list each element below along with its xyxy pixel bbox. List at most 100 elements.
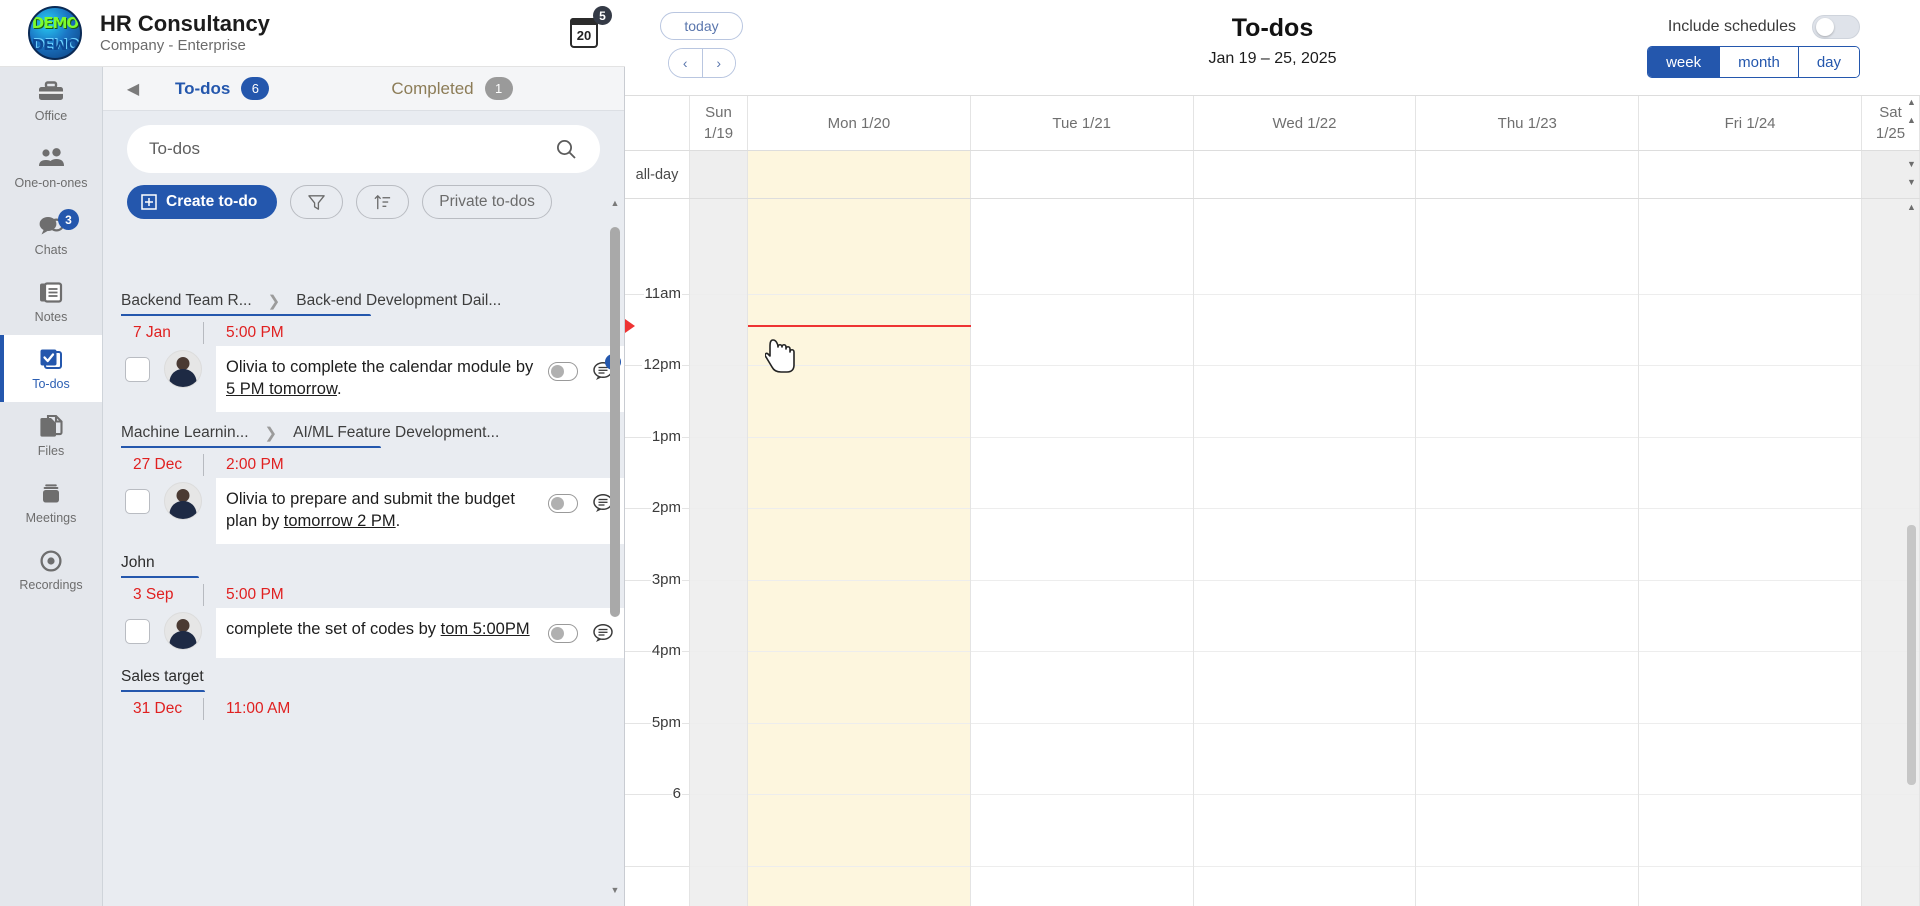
todo-text-link[interactable]: 5 PM tomorrow (226, 380, 337, 398)
sidebar-item-recordings[interactable]: Recordings (0, 536, 102, 603)
time-cell[interactable] (970, 509, 1193, 581)
sidebar-item-to-dos[interactable]: To-dos (0, 335, 102, 402)
time-cell[interactable] (1416, 366, 1639, 438)
breadcrumb-segment[interactable]: Back-end Development Dail... (296, 292, 501, 310)
all-day-cell-fri[interactable] (1639, 151, 1862, 198)
all-day-cell-tue[interactable] (971, 151, 1194, 198)
calendar-scrollbar-thumb[interactable] (1907, 525, 1916, 785)
all-day-cell-wed[interactable] (1194, 151, 1417, 198)
search-icon[interactable] (554, 137, 578, 161)
breadcrumb-segment[interactable]: John (121, 554, 155, 572)
time-cell[interactable] (1639, 366, 1861, 438)
day-column-fri[interactable] (1639, 199, 1862, 906)
time-cell[interactable] (1193, 295, 1416, 366)
time-cell[interactable] (690, 509, 747, 581)
filter-button[interactable] (290, 185, 344, 219)
calendar-scroll-up-arrow-2[interactable]: ▲ (1905, 113, 1918, 127)
calendar-scroll-down-arrow-2[interactable]: ▼ (1905, 157, 1918, 171)
time-cell[interactable] (690, 223, 747, 295)
time-cell[interactable] (1639, 223, 1861, 295)
day-header-fri[interactable]: Fri 1/24 (1639, 96, 1862, 150)
todo-toggle[interactable] (548, 493, 578, 513)
calendar-scroll-up-arrow[interactable]: ▲ (1905, 95, 1918, 109)
time-cell[interactable] (748, 724, 970, 795)
breadcrumb[interactable]: Backend Team R... ❯ Back-end Development D… (121, 292, 501, 316)
tab-todos[interactable]: To-dos 6 (153, 67, 291, 111)
panel-back-arrow[interactable]: ◀ (113, 79, 153, 99)
time-cell[interactable] (1416, 438, 1639, 509)
day-column-sun[interactable] (690, 199, 748, 906)
breadcrumb[interactable]: Machine Learnin... ❯ AI/ML Feature Develop… (121, 424, 499, 449)
breadcrumb-segment[interactable]: AI/ML Feature Development... (293, 424, 499, 442)
day-header-sun[interactable]: Sun 1/19 (690, 96, 748, 150)
sidebar-item-office[interactable]: Office (0, 67, 102, 134)
sidebar-item-one-on-ones[interactable]: One-on-ones (0, 134, 102, 201)
day-column-wed[interactable] (1193, 199, 1417, 906)
view-week-button[interactable]: week (1648, 47, 1720, 77)
day-column-thu[interactable] (1416, 199, 1640, 906)
time-cell[interactable] (970, 295, 1193, 366)
time-cell[interactable] (748, 366, 970, 438)
calendar-scroll-up-arrow-3[interactable]: ▲ (1905, 200, 1918, 214)
time-cell[interactable] (1193, 724, 1416, 795)
day-column-mon[interactable] (748, 199, 971, 906)
time-cell[interactable] (970, 366, 1193, 438)
sidebar-item-chats[interactable]: Chats 3 (0, 201, 102, 268)
sidebar-item-files[interactable]: Files (0, 402, 102, 469)
todo-item[interactable]: Olivia to complete the calendar module b… (103, 346, 624, 413)
time-cell[interactable] (748, 581, 970, 652)
sidebar-item-notes[interactable]: Notes (0, 268, 102, 335)
todo-item[interactable]: Olivia to prepare and submit the budget … (103, 478, 624, 545)
time-cell[interactable] (748, 509, 970, 581)
view-month-button[interactable]: month (1719, 47, 1798, 77)
time-cell[interactable] (1639, 652, 1861, 724)
time-cell[interactable] (1193, 438, 1416, 509)
todo-group-header[interactable]: Sales target (103, 658, 624, 693)
view-day-button[interactable]: day (1797, 47, 1859, 77)
todo-bubble[interactable]: complete the set of codes by tom 5:00PM (216, 608, 624, 659)
todo-group-header[interactable]: Machine Learnin... ❯ AI/ML Feature Develop… (103, 412, 624, 449)
breadcrumb-segment[interactable]: Backend Team R... (121, 292, 252, 310)
time-cell[interactable] (1193, 652, 1416, 724)
time-cell[interactable] (748, 438, 970, 509)
time-cell[interactable] (1416, 581, 1639, 652)
todo-bubble[interactable]: Olivia to prepare and submit the budget … (216, 478, 624, 545)
panel-scrollbar[interactable]: ▲ ▼ (610, 197, 620, 896)
breadcrumb-segment[interactable]: Machine Learnin... (121, 424, 249, 442)
time-cell[interactable] (690, 295, 747, 366)
time-cell[interactable] (1639, 795, 1861, 867)
time-cell[interactable] (1193, 509, 1416, 581)
sidebar-item-meetings[interactable]: Meetings (0, 469, 102, 536)
panel-scroll-down-arrow[interactable]: ▼ (610, 884, 620, 896)
time-cell[interactable] (690, 438, 747, 509)
panel-scrollbar-thumb[interactable] (610, 227, 620, 617)
breadcrumb[interactable]: Sales target (121, 668, 624, 693)
todo-item[interactable]: complete the set of codes by tom 5:00PM (103, 608, 624, 659)
time-cell[interactable] (1416, 295, 1639, 366)
all-day-cell-thu[interactable] (1416, 151, 1640, 198)
time-cell[interactable] (1416, 509, 1639, 581)
time-cell[interactable] (690, 652, 747, 724)
todo-text-link[interactable]: tomorrow 2 PM (284, 512, 396, 530)
breadcrumb-segment[interactable]: Sales target (121, 668, 204, 686)
time-cell[interactable] (1639, 724, 1861, 795)
all-day-cell-mon[interactable] (748, 151, 971, 198)
time-cell[interactable] (1416, 223, 1639, 295)
todo-toggle[interactable] (548, 361, 578, 381)
time-cell[interactable] (970, 581, 1193, 652)
time-cell[interactable] (970, 652, 1193, 724)
time-cell[interactable] (970, 438, 1193, 509)
create-todo-button[interactable]: Create to-do (127, 185, 278, 219)
todo-group-header[interactable]: Backend Team R... ❯ Back-end Development D… (103, 280, 624, 316)
private-todos-button[interactable]: Private to-dos (422, 185, 552, 219)
time-cell[interactable] (690, 581, 747, 652)
day-header-mon[interactable]: Mon 1/20 (748, 96, 971, 150)
todo-checkbox[interactable] (125, 357, 150, 382)
todo-text-link[interactable]: tom 5:00PM (441, 620, 530, 638)
calendar-day-chip[interactable]: 20 5 (570, 6, 612, 48)
time-cell[interactable] (970, 223, 1193, 295)
breadcrumb[interactable]: John (121, 554, 624, 579)
time-cell[interactable] (1193, 581, 1416, 652)
todo-toggle[interactable] (548, 623, 578, 643)
include-schedules-toggle[interactable] (1812, 15, 1860, 39)
